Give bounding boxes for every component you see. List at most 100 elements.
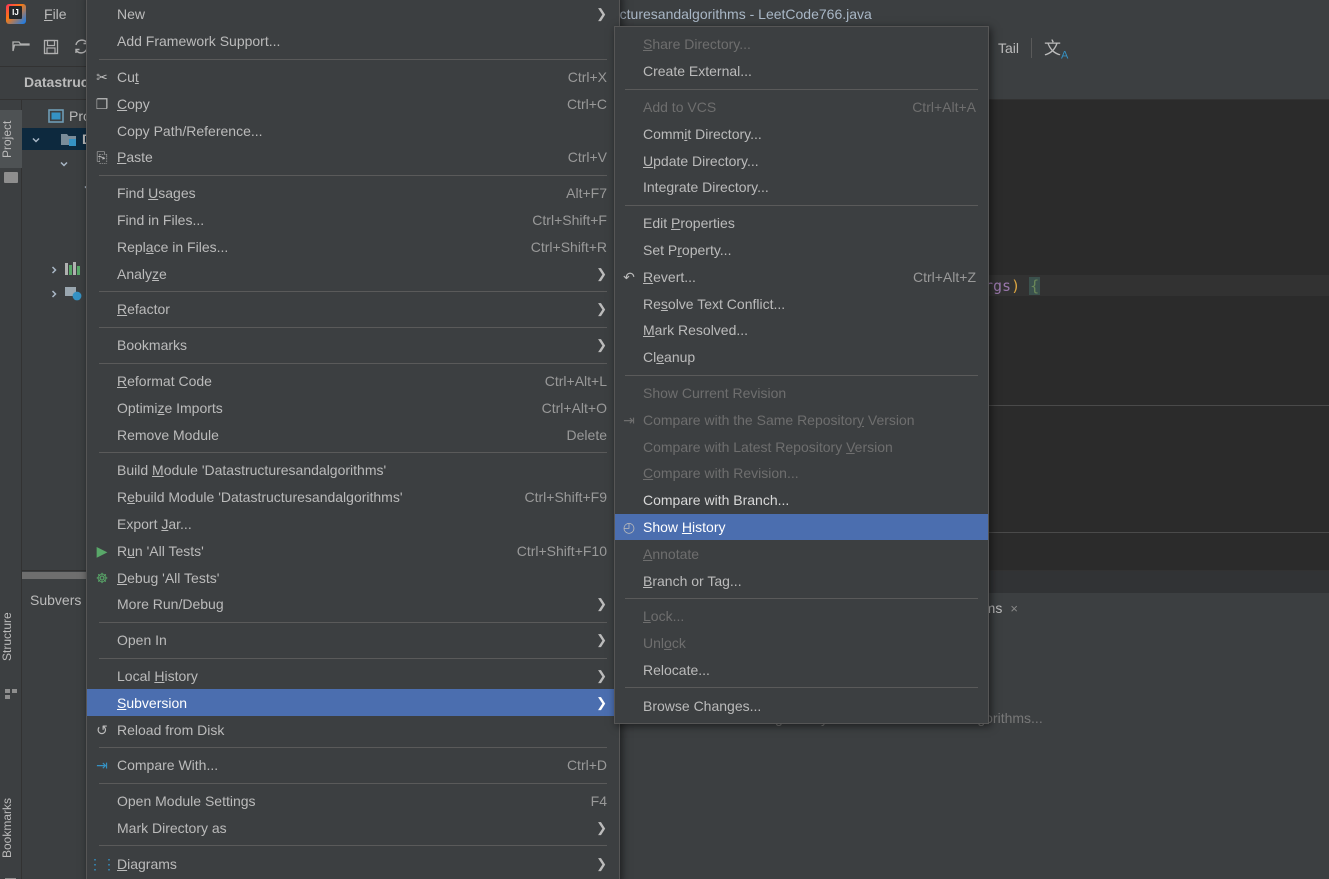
menu-item-label: Edit Properties bbox=[643, 215, 735, 232]
menu-item-label: Mark Resolved... bbox=[643, 322, 749, 339]
menu-separator bbox=[99, 362, 607, 364]
menubar-item-file[interactable]: File bbox=[34, 3, 77, 25]
chevron-right-icon: ❯ bbox=[596, 694, 607, 710]
menu-item-analyze[interactable]: Analyze ❯ bbox=[87, 260, 619, 287]
menu-item-label: Branch or Tag... bbox=[643, 572, 742, 589]
chevron-down-icon[interactable] bbox=[58, 157, 70, 169]
menu-item-replace-in-files[interactable]: Replace in Files... Ctrl+Shift+R bbox=[87, 233, 619, 260]
menu-item-run-all-tests[interactable]: ▶ Run 'All Tests' Ctrl+Shift+F10 bbox=[87, 537, 619, 564]
menu-item-find-usages[interactable]: Find Usages Alt+F7 bbox=[87, 180, 619, 207]
sidebar-item-bookmarks[interactable]: Bookmarks bbox=[0, 788, 22, 868]
menu-item-shortcut: Ctrl+Alt+Z bbox=[912, 268, 976, 285]
menu-item-mark-directory-as[interactable]: Mark Directory as ❯ bbox=[87, 815, 619, 842]
menu-item-commit-directory[interactable]: Commit Directory... bbox=[615, 120, 988, 147]
chevron-right-icon: ❯ bbox=[596, 6, 607, 22]
menu-item-branch-or-tag[interactable]: Branch or Tag... bbox=[615, 567, 988, 594]
menu-item-local-history[interactable]: Local History ❯ bbox=[87, 663, 619, 690]
menu-separator bbox=[99, 58, 607, 60]
menu-item-subversion[interactable]: Subversion ❯ bbox=[87, 689, 619, 717]
revert-icon: ↶ bbox=[623, 268, 635, 285]
chevron-right-icon: ❯ bbox=[596, 596, 607, 612]
menu-separator bbox=[99, 621, 607, 623]
menu-item-shortcut: Alt+F7 bbox=[566, 185, 607, 202]
module-context-menu[interactable]: New ❯ Add Framework Support... ✂ Cut Ctrl+X ❐ C… bbox=[86, 0, 620, 879]
close-icon[interactable]: × bbox=[1010, 601, 1018, 616]
menu-item-paste[interactable]: ⎘ Paste Ctrl+V bbox=[87, 144, 619, 171]
chevron-right-icon: ❯ bbox=[596, 265, 607, 281]
menu-item-label: Resolve Text Conflict... bbox=[643, 295, 786, 312]
menu-item-export-jar[interactable]: Export Jar... bbox=[87, 511, 619, 538]
menu-item-open-in[interactable]: Open In ❯ bbox=[87, 627, 619, 654]
menu-item-refactor[interactable]: Refactor ❯ bbox=[87, 296, 619, 323]
menu-item-label: Copy bbox=[117, 95, 150, 112]
menu-item-relocate[interactable]: Relocate... bbox=[615, 657, 988, 684]
chevron-right-icon[interactable] bbox=[48, 287, 60, 299]
menu-item-shortcut: Ctrl+Shift+F bbox=[532, 211, 607, 228]
menu-item-unlock: Unlock bbox=[615, 630, 988, 657]
menu-item-browse-changes[interactable]: Browse Changes... bbox=[615, 692, 988, 719]
menu-item-edit-properties[interactable]: Edit Properties bbox=[615, 210, 988, 237]
menu-item-rebuild-module-datastructuresandalgorithms[interactable]: Rebuild Module 'Datastructuresandalgorit… bbox=[87, 484, 619, 511]
menu-separator bbox=[625, 597, 978, 599]
menu-item-more-run-debug[interactable]: More Run/Debug ❯ bbox=[87, 591, 619, 618]
menu-item-shortcut: Ctrl+Alt+L bbox=[544, 372, 607, 389]
menu-item-find-in-files[interactable]: Find in Files... Ctrl+Shift+F bbox=[87, 207, 619, 234]
menu-item-cleanup[interactable]: Cleanup bbox=[615, 344, 988, 371]
menu-item-integrate-directory[interactable]: Integrate Directory... bbox=[615, 174, 988, 201]
copy-icon: ❐ bbox=[95, 95, 109, 112]
menu-item-label: Remove Module bbox=[117, 426, 219, 443]
menu-item-copy-path-reference[interactable]: Copy Path/Reference... bbox=[87, 117, 619, 144]
menu-item-revert[interactable]: ↶ Revert... Ctrl+Alt+Z bbox=[615, 263, 988, 290]
menu-item-label: Run 'All Tests' bbox=[117, 542, 204, 559]
menu-item-reload-from-disk[interactable]: ↺ Reload from Disk bbox=[87, 716, 619, 743]
menu-item-resolve-text-conflict[interactable]: Resolve Text Conflict... bbox=[615, 290, 988, 317]
menu-separator bbox=[625, 204, 978, 206]
menu-item-label: Set Property... bbox=[643, 241, 732, 258]
menu-item-label: Unlock bbox=[643, 635, 686, 652]
sidebar-item-project[interactable]: Project bbox=[0, 110, 22, 168]
subversion-submenu[interactable]: Share Directory... Create External... Add … bbox=[614, 26, 989, 725]
menu-item-lock: Lock... bbox=[615, 603, 988, 630]
structure-icon bbox=[5, 686, 17, 699]
menu-item-diagrams[interactable]: ⋮⋮ Diagrams ❯ bbox=[87, 850, 619, 877]
translate-icon[interactable]: 文A bbox=[1044, 34, 1068, 61]
menu-item-label: Compare with the Same Repository Version bbox=[643, 411, 915, 428]
menu-item-show-history[interactable]: ◴ Show History bbox=[615, 513, 988, 541]
chevron-right-icon: ❯ bbox=[596, 632, 607, 648]
menu-item-copy[interactable]: ❐ Copy Ctrl+C bbox=[87, 90, 619, 117]
menu-item-compare-with[interactable]: ⇥ Compare With... Ctrl+D bbox=[87, 752, 619, 779]
menu-item-create-external[interactable]: Create External... bbox=[615, 58, 988, 85]
menu-item-set-property[interactable]: Set Property... bbox=[615, 237, 988, 264]
menu-separator bbox=[625, 374, 978, 376]
menu-item-label: Cut bbox=[117, 68, 139, 85]
menu-item-optimize-imports[interactable]: Optimize Imports Ctrl+Alt+O bbox=[87, 394, 619, 421]
chevron-down-icon[interactable] bbox=[30, 133, 42, 145]
menu-item-mark-resolved[interactable]: Mark Resolved... bbox=[615, 317, 988, 344]
menu-item-compare-with-branch[interactable]: Compare with Branch... bbox=[615, 487, 988, 514]
open-folder-icon[interactable] bbox=[6, 34, 36, 60]
save-icon[interactable] bbox=[36, 34, 66, 60]
menu-item-debug-all-tests[interactable]: ☸ Debug 'All Tests' bbox=[87, 564, 619, 591]
menu-item-new[interactable]: New ❯ bbox=[87, 1, 619, 28]
menu-separator bbox=[99, 782, 607, 784]
menu-item-add-framework-support[interactable]: Add Framework Support... bbox=[87, 28, 619, 55]
sidebar-item-structure[interactable]: Structure bbox=[0, 600, 22, 674]
chevron-right-icon[interactable] bbox=[48, 263, 60, 275]
menu-item-shortcut: Ctrl+Shift+F9 bbox=[524, 489, 607, 506]
diagrams-icon: ⋮⋮ bbox=[88, 855, 116, 872]
menu-item-label: Lock... bbox=[643, 608, 685, 625]
menu-item-open-module-settings[interactable]: Open Module Settings F4 bbox=[87, 788, 619, 815]
tail-label[interactable]: Tail bbox=[998, 40, 1019, 56]
menu-item-show-current-revision: Show Current Revision bbox=[615, 380, 988, 407]
menu-item-build-module-datastructuresandalgorithms[interactable]: Build Module 'Datastructuresandalgorithm… bbox=[87, 457, 619, 484]
menu-item-remove-module[interactable]: Remove Module Delete bbox=[87, 421, 619, 448]
tree-node-project[interactable]: Pro bbox=[48, 105, 91, 127]
menu-item-cut[interactable]: ✂ Cut Ctrl+X bbox=[87, 64, 619, 91]
run-icon: ▶ bbox=[96, 542, 108, 559]
menu-item-bookmarks[interactable]: Bookmarks ❯ bbox=[87, 332, 619, 359]
menu-item-label: Reload from Disk bbox=[117, 721, 225, 738]
menu-item-label: Find Usages bbox=[117, 185, 196, 202]
menu-item-label: Rebuild Module 'Datastructuresandalgorit… bbox=[117, 489, 403, 506]
menu-item-update-directory[interactable]: Update Directory... bbox=[615, 147, 988, 174]
menu-item-reformat-code[interactable]: Reformat Code Ctrl+Alt+L bbox=[87, 368, 619, 395]
